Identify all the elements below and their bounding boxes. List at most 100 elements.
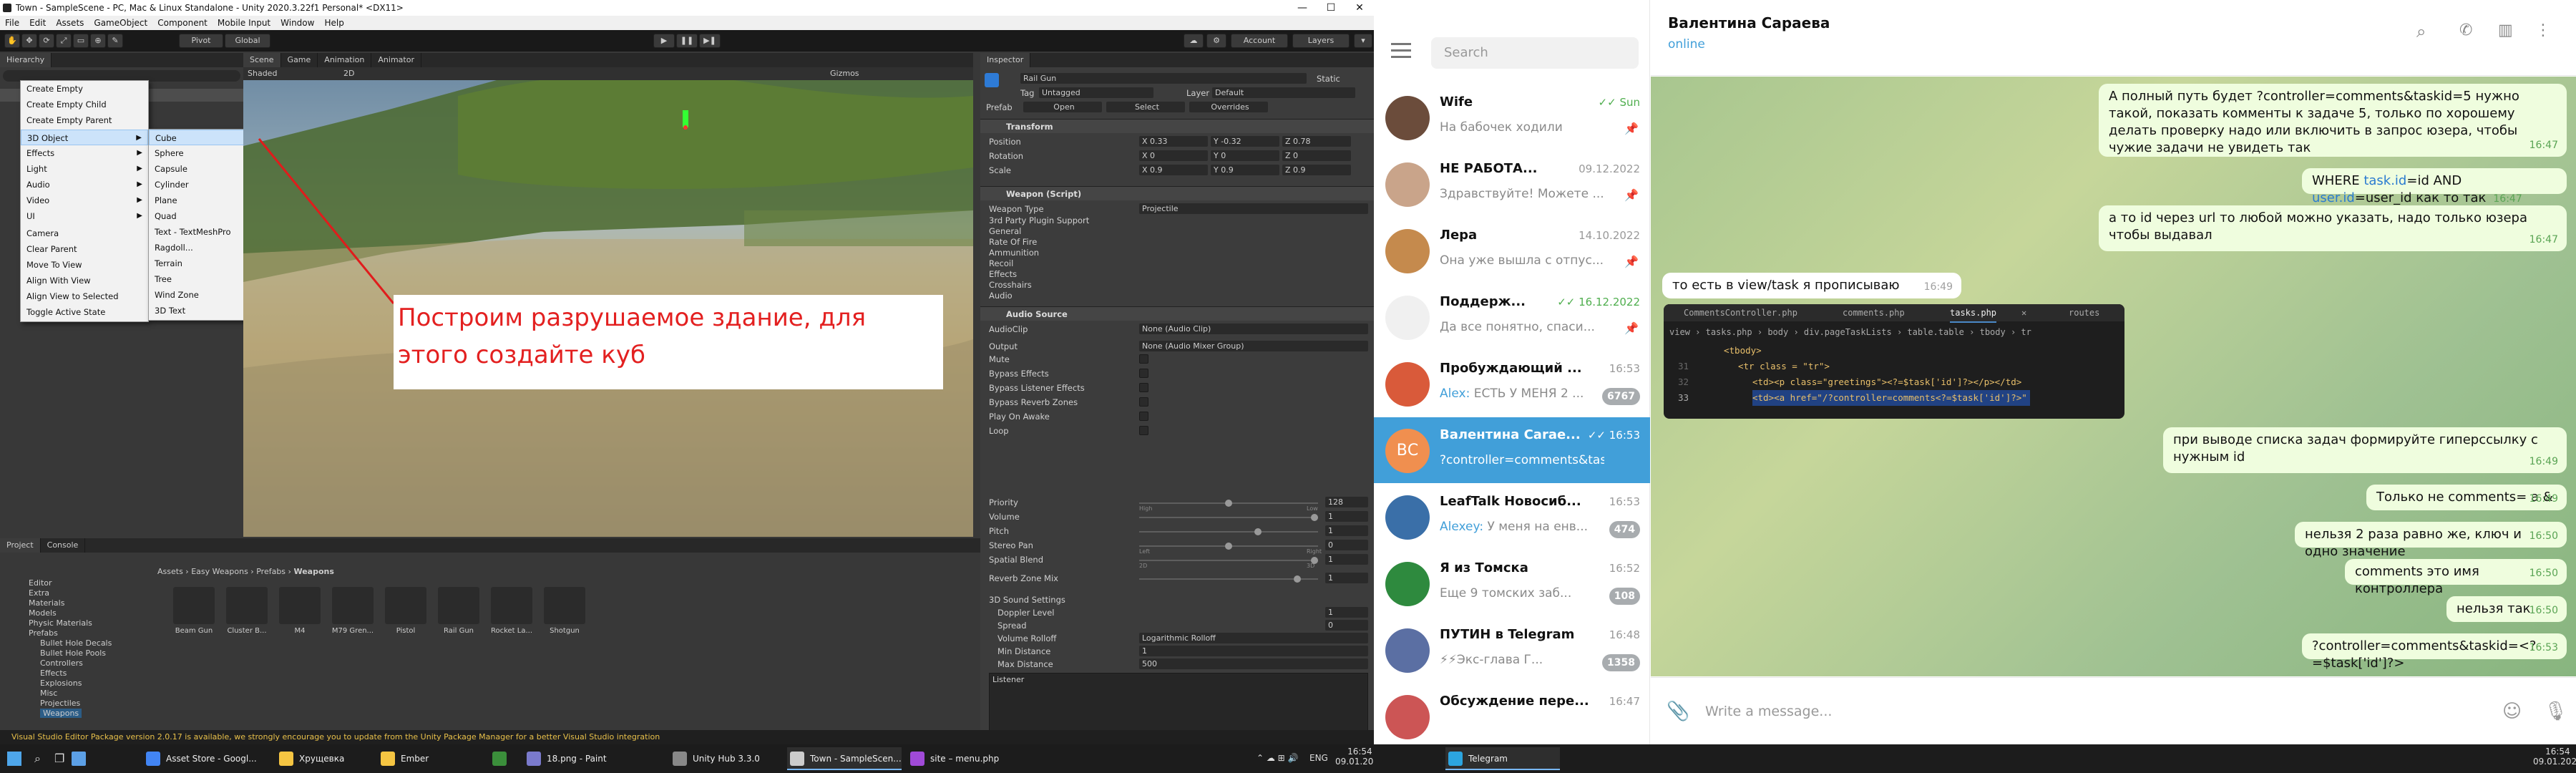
folder-effects[interactable]: Effects (40, 669, 67, 678)
language-indicator[interactable]: ENG (1309, 753, 1328, 763)
slider-handle[interactable] (1294, 575, 1301, 583)
slider-value[interactable]: 0 (1325, 540, 1368, 550)
account-dropdown[interactable]: Account (1231, 34, 1288, 48)
bypass-effects-checkbox[interactable] (1139, 369, 1148, 378)
play-button[interactable]: ▶ (653, 34, 675, 48)
pos-y-field[interactable]: Y -0.32 (1211, 136, 1279, 147)
slider-handle[interactable] (1225, 500, 1232, 507)
min-distance-field[interactable]: 1 (1139, 646, 1368, 656)
submenu-item-sphere[interactable]: Sphere (149, 145, 248, 161)
menu-item-create-empty-parent[interactable]: Create Empty Parent (21, 112, 148, 128)
max-distance-field[interactable]: 500 (1139, 658, 1368, 669)
taskbar-telegram[interactable]: Telegram (1445, 747, 1560, 770)
scale-z-field[interactable]: Z 0.9 (1282, 165, 1351, 175)
rot-x-field[interactable]: X 0 (1139, 150, 1208, 161)
scale-tool-icon[interactable]: ⤢ (56, 34, 72, 48)
submenu-item-tree[interactable]: Tree (149, 271, 248, 287)
taskbar-app[interactable]: Хрущевка (276, 747, 374, 770)
menu-item-audio[interactable]: Audio ▶ (21, 177, 148, 193)
message-bubble[interactable]: то есть в view/task я прописываю 16:49 (1662, 273, 1961, 298)
mute-checkbox[interactable] (1139, 354, 1148, 364)
layers-dropdown[interactable]: Layers (1292, 34, 1350, 48)
menu-item-light[interactable]: Light ▶ (21, 161, 148, 177)
message-bubble[interactable]: нельзя 2 раза равно же, ключ и одно знач… (2295, 522, 2567, 559)
slider-track[interactable] (1139, 500, 1318, 507)
slider-handle[interactable] (1311, 514, 1318, 521)
submenu-item-capsule[interactable]: Capsule (149, 161, 248, 177)
menu-item-align-view-to-selected[interactable]: Align View to Selected (21, 288, 148, 304)
collab-icon[interactable]: ⚙ (1206, 34, 1226, 48)
crumb-easy-weapons[interactable]: Easy Weapons (191, 567, 248, 576)
task-view-icon[interactable]: ❐ (54, 752, 64, 765)
message-bubble[interactable]: WHERE task.id=id AND user.id=user_id как… (2302, 168, 2567, 205)
contact-name[interactable]: Валентина Сараева (1668, 14, 1830, 31)
menu-component[interactable]: Component (152, 16, 213, 30)
prefab-overrides-dropdown[interactable]: Overrides (1189, 102, 1268, 112)
asset-tile[interactable]: Pistol (384, 587, 428, 644)
global-toggle[interactable]: Global (225, 34, 270, 48)
section-rate-of-fire[interactable]: Rate Of Fire (989, 236, 1037, 248)
folder-models[interactable]: Models (29, 608, 57, 618)
tab-animator[interactable]: Animator (371, 53, 421, 67)
slider-value[interactable]: 1 (1325, 525, 1368, 536)
chat-list-item[interactable]: Wife ✓✓ Sun На бабочек ходили 📌 (1374, 84, 1650, 150)
audio-source-header[interactable]: Audio Source (980, 306, 1374, 321)
section-ammunition[interactable]: Ammunition (989, 247, 1039, 258)
transform-tool-icon[interactable]: ⊕ (90, 34, 106, 48)
folder-bullet-hole-decals[interactable]: Bullet Hole Decals (40, 638, 112, 648)
crumb-weapons[interactable]: Weapons (293, 567, 333, 576)
microphone-icon[interactable]: 🎙 (2544, 678, 2567, 744)
slider-handle[interactable] (1254, 528, 1262, 535)
message-bubble[interactable]: А полный путь будет ?controller=comments… (2099, 84, 2567, 157)
code-screenshot[interactable]: CommentsController.php comments.php task… (1664, 304, 2124, 419)
submenu-item-terrain[interactable]: Terrain (149, 256, 248, 271)
crumb-prefabs[interactable]: Prefabs (256, 567, 286, 576)
menu-item-toggle-active-state[interactable]: Toggle Active State (21, 304, 148, 320)
section-effects[interactable]: Effects (989, 268, 1017, 280)
tag-dropdown[interactable]: Untagged (1039, 87, 1153, 98)
prefab-open-button[interactable]: Open (1023, 102, 1102, 112)
asset-tile[interactable]: Rocket La... (489, 587, 534, 644)
menu-edit[interactable]: Edit (24, 16, 51, 30)
sidebar-toggle-icon[interactable]: ▥ (2498, 21, 2513, 39)
gizmos-dropdown[interactable]: Gizmos (830, 67, 859, 80)
layer-dropdown[interactable]: Default (1212, 87, 1355, 98)
submenu-item-wind-zone[interactable]: Wind Zone (149, 287, 248, 303)
slider-value[interactable]: 128 (1325, 497, 1368, 507)
hand-tool-icon[interactable]: ✋ (4, 34, 20, 48)
section-general[interactable]: General (989, 225, 1021, 237)
section-3rd-party[interactable]: 3rd Party Plugin Support (989, 215, 1089, 226)
loop-checkbox[interactable] (1139, 426, 1148, 435)
slider-track[interactable] (1139, 528, 1318, 535)
taskbar-app[interactable]: Unity Hub 3.3.0 (670, 747, 777, 770)
crumb-assets[interactable]: Assets (157, 567, 183, 576)
chat-list-item[interactable]: Обсуждение пере... 16:47 (1374, 684, 1650, 744)
folder-prefabs[interactable]: Prefabs (29, 628, 58, 638)
slider-handle[interactable] (1225, 543, 1232, 550)
message-bubble[interactable]: comments это имя контроллера 16:50 (2345, 559, 2567, 596)
3d-sound-settings-label[interactable]: 3D Sound Settings (989, 594, 1065, 606)
submenu-item-ragdoll[interactable]: Ragdoll... (149, 240, 248, 256)
folder-weapons[interactable]: Weapons (40, 709, 82, 718)
menu-item-3d-object[interactable]: 3D Object ▶ (21, 130, 148, 145)
slider-track[interactable] (1139, 514, 1318, 521)
windows-start-icon[interactable] (7, 752, 21, 766)
menu-item-clear-parent[interactable]: Clear Parent (21, 241, 148, 257)
shading-dropdown[interactable]: Shaded (248, 67, 277, 80)
submenu-item-text-tmp[interactable]: Text - TextMeshPro (149, 224, 248, 240)
tab-hierarchy[interactable]: Hierarchy (0, 53, 52, 67)
weapon-type-dropdown[interactable]: Projectile (1139, 203, 1368, 214)
cloud-icon[interactable]: ☁ (1184, 34, 1204, 48)
output-field[interactable]: None (Audio Mixer Group) (1139, 341, 1368, 351)
chat-list-item[interactable]: LeafTalk Новосиб... 16:53 Alexey: У меня н… (1374, 484, 1650, 550)
pos-z-field[interactable]: Z 0.78 (1282, 136, 1351, 147)
custom-tool-icon[interactable]: ✎ (107, 34, 123, 48)
message-bubble[interactable]: нельзя так 16:50 (2446, 596, 2567, 622)
rolloff-dropdown[interactable]: Logarithmic Rolloff (1139, 633, 1368, 643)
audioclip-field[interactable]: None (Audio Clip) (1139, 324, 1368, 334)
slider-value[interactable]: 1 (1325, 573, 1368, 583)
menu-item-create-empty-child[interactable]: Create Empty Child (21, 97, 148, 112)
folder-editor[interactable]: Editor (29, 578, 52, 588)
rot-y-field[interactable]: Y 0 (1211, 150, 1279, 161)
chat-list-item[interactable]: НЕ РАБОТА... 09.12.2022 Здравствуйте! Може… (1374, 151, 1650, 217)
